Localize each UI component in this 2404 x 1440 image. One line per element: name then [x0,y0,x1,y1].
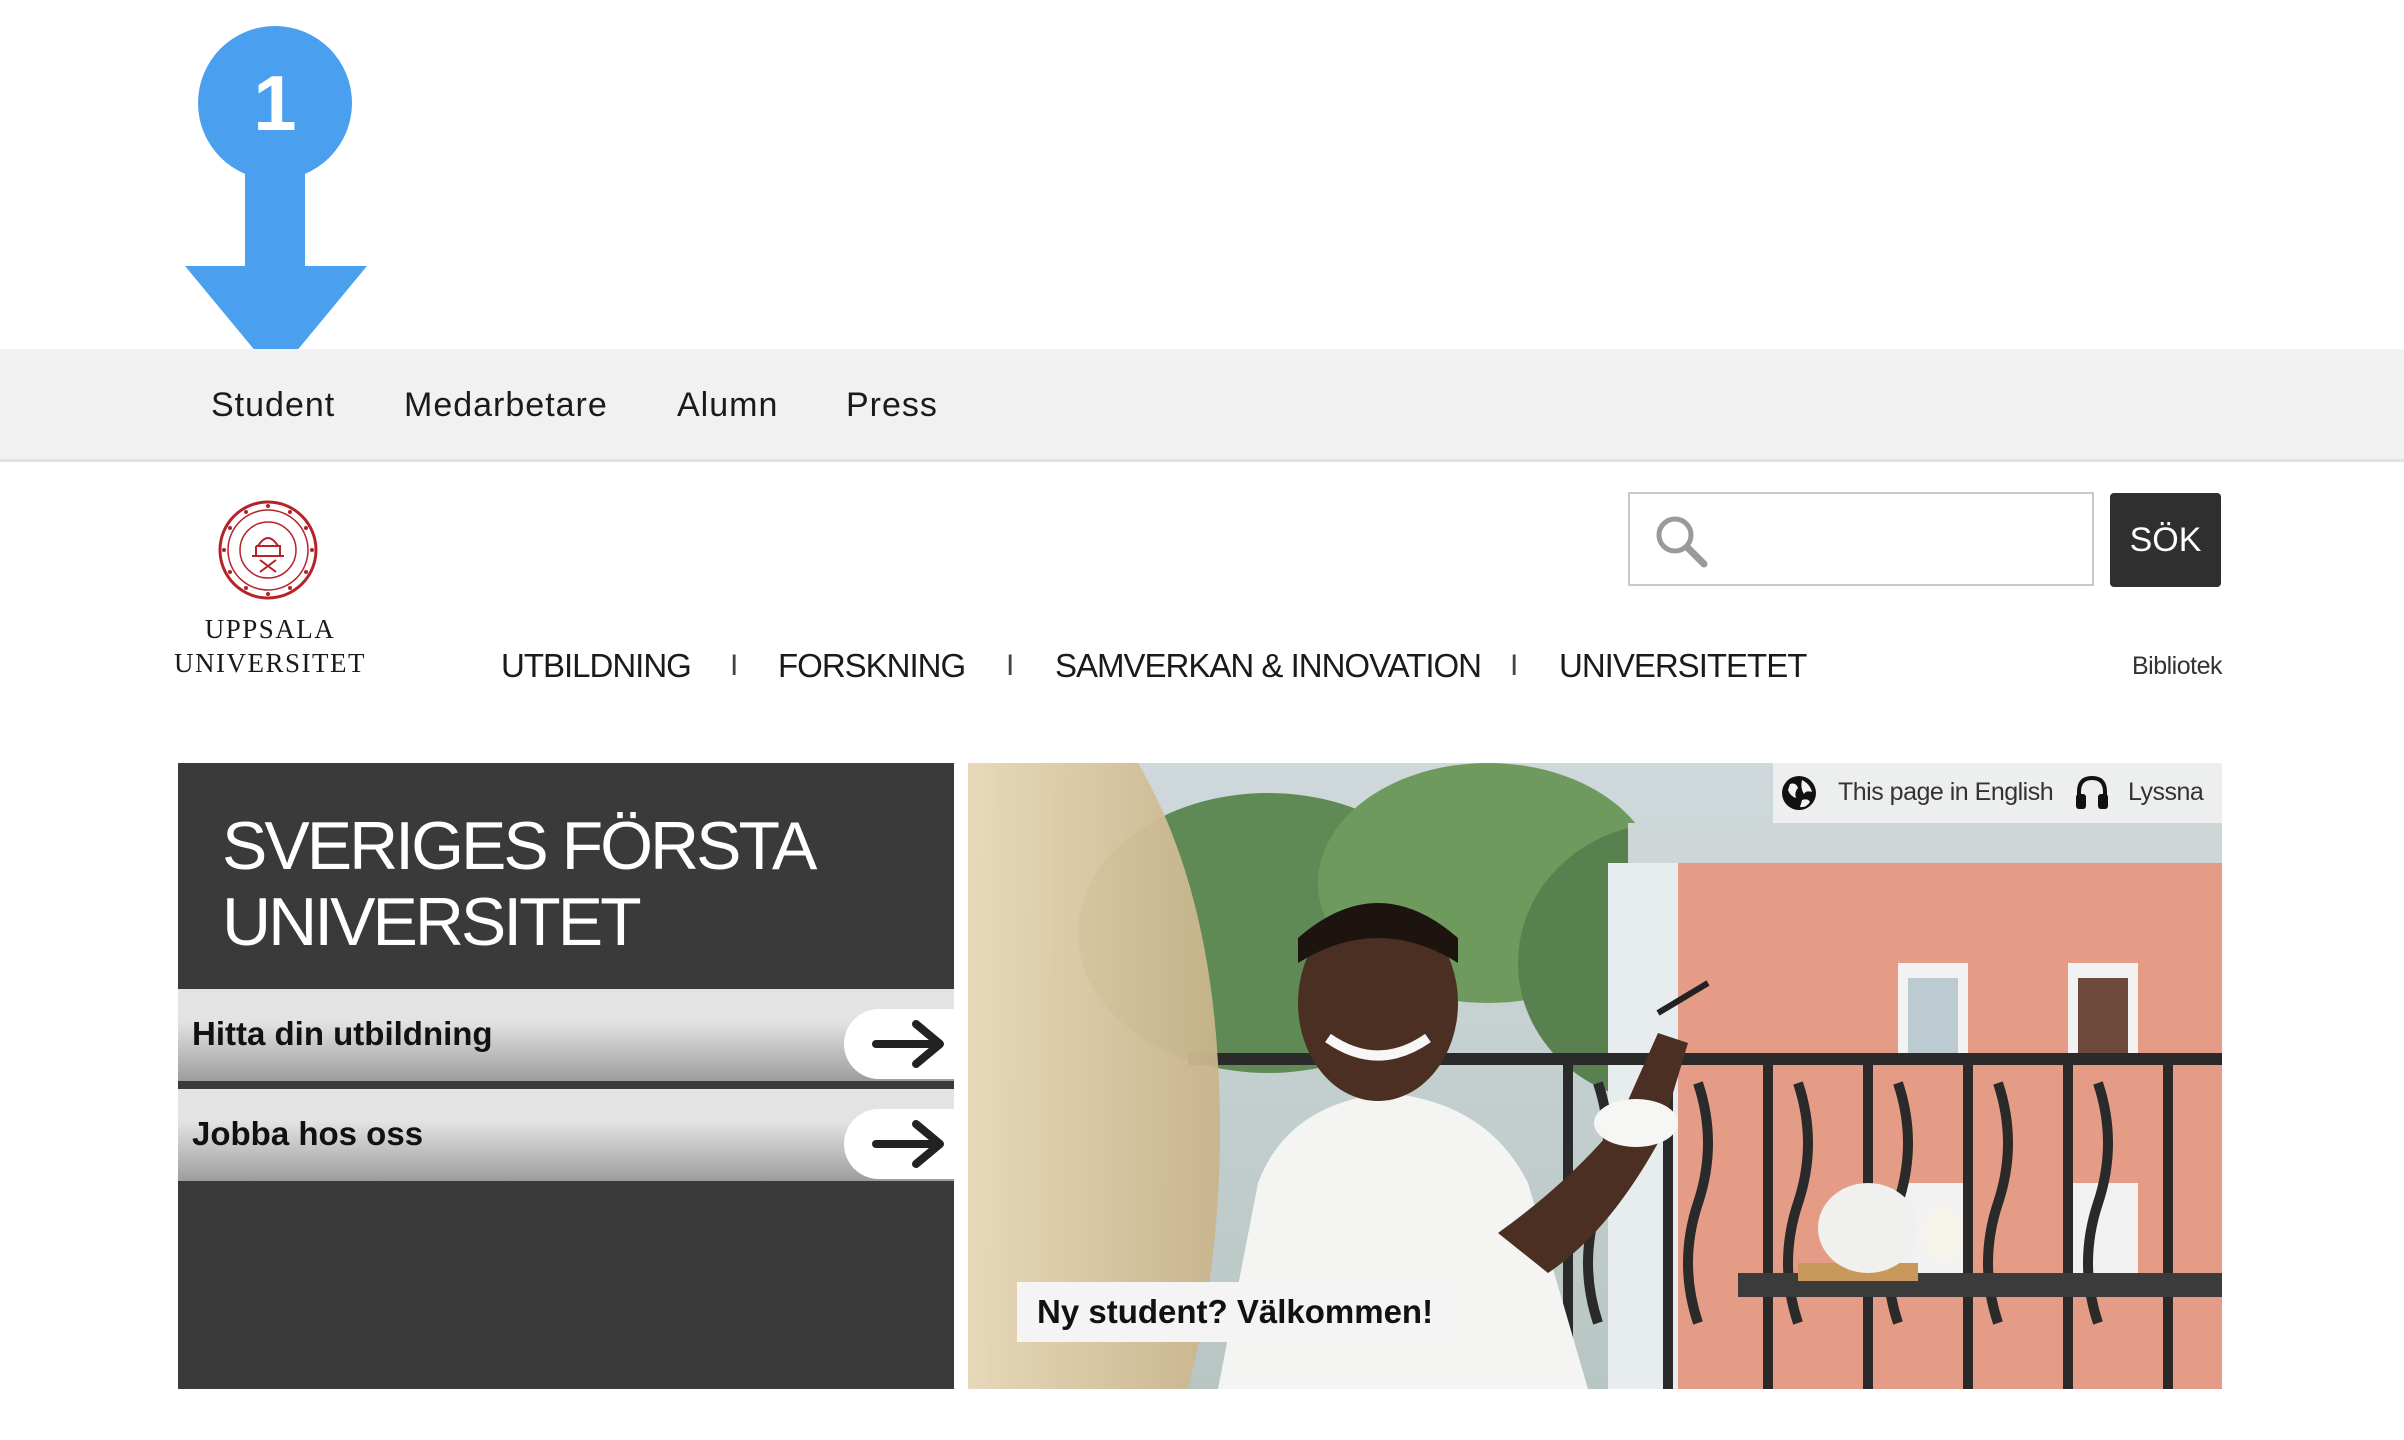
audience-link-medarbetare[interactable]: Medarbetare [404,385,608,425]
audience-link-press[interactable]: Press [846,385,938,425]
university-wordmark[interactable]: UPPSALA UNIVERSITET [170,612,370,680]
nav-separator: I [1006,649,1015,682]
search-input[interactable] [1720,504,2084,576]
globe-icon[interactable] [1780,774,1818,812]
english-page-link[interactable]: This page in English [1838,778,2054,807]
wordmark-line-1: UPPSALA [204,614,336,644]
audience-bar [0,349,2404,462]
main-nav-utbildning[interactable]: UTBILDNING [501,646,692,686]
main-nav-universitetet[interactable]: UNIVERSITETET [1559,646,1807,686]
search-box [1628,492,2094,586]
bibliotek-link[interactable]: Bibliotek [2110,652,2223,681]
main-nav-forskning[interactable]: FORSKNING [778,646,966,686]
headphones-icon[interactable] [2074,774,2110,812]
main-nav-samverkan[interactable]: SAMVERKAN & INNOVATION [1055,646,1482,686]
photo-caption-link[interactable]: Ny student? Välkommen! [1017,1282,1454,1342]
nav-separator: I [1510,649,1519,682]
cta-jobba-hos-oss[interactable]: Jobba hos oss [178,1089,954,1181]
arrow-right-icon [844,1009,954,1079]
cta-label: Hitta din utbildning [192,1015,493,1052]
university-seal-logo[interactable] [218,500,318,600]
hero-title-line-2: UNIVERSITET [222,884,642,960]
cta-divider [178,1081,954,1089]
audience-link-student[interactable]: Student [211,385,335,425]
cta-label: Jobba hos oss [192,1115,424,1152]
listen-link[interactable]: Lyssna [2128,778,2204,807]
cta-hitta-utbildning[interactable]: Hitta din utbildning [178,989,954,1081]
wordmark-line-2: UNIVERSITET [174,648,366,678]
audience-link-alumn[interactable]: Alumn [677,385,778,425]
hero-title: SVERIGES FÖRSTA UNIVERSITET [222,808,922,960]
nav-separator: I [730,649,739,682]
search-button[interactable]: SÖK [2110,493,2221,587]
search-icon [1656,516,1708,568]
step-marker-number: 1 [253,59,297,147]
step-arrow-stem [245,160,305,270]
hero-title-line-1: SVERIGES FÖRSTA [222,808,817,884]
arrow-right-icon [844,1109,954,1179]
